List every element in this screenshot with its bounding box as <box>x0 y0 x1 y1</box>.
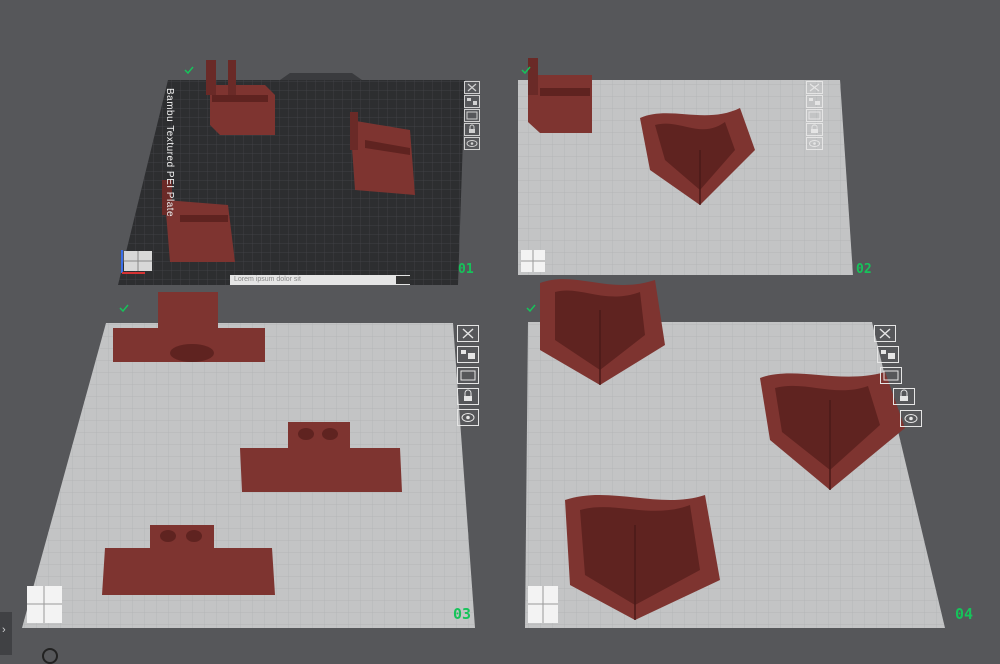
close-icon <box>806 81 823 94</box>
eye-icon <box>464 137 480 150</box>
lock-plate-button[interactable] <box>457 388 479 405</box>
lock-plate-button[interactable] <box>464 123 480 136</box>
auto-arrange-button[interactable] <box>464 95 480 108</box>
plate-number: 02 <box>856 262 872 277</box>
plate-number: 04 <box>955 605 974 623</box>
close-icon <box>874 325 896 342</box>
view-plate-button[interactable] <box>806 137 823 150</box>
plate-canvas[interactable] <box>0 0 1000 655</box>
lock-plate-button[interactable] <box>893 388 915 405</box>
close-plate-button[interactable] <box>464 81 480 94</box>
lock-icon <box>464 123 480 136</box>
plate-settings-button[interactable] <box>806 109 823 122</box>
view-plate-button[interactable] <box>464 137 480 150</box>
settings-icon <box>806 109 823 122</box>
auto-arrange-button[interactable] <box>806 95 823 108</box>
plate-type-label: Bambu Textured PEI Plate <box>164 88 175 218</box>
plate-number: 01 <box>458 262 474 277</box>
view-plate-button[interactable] <box>457 409 479 426</box>
plate-1-select-icon[interactable] <box>184 66 194 75</box>
arrange-icon <box>464 95 480 108</box>
collapse-sidebar-tab[interactable]: › <box>0 612 12 655</box>
eye-icon <box>900 410 922 427</box>
close-plate-button[interactable] <box>874 325 896 342</box>
plate-number: 03 <box>453 605 472 623</box>
plate-3-select-icon[interactable] <box>119 304 129 313</box>
plate-4-select-icon[interactable] <box>526 304 536 313</box>
close-icon <box>464 81 480 94</box>
arrange-icon <box>877 346 899 363</box>
close-plate-button[interactable] <box>806 81 823 94</box>
plate-settings-button[interactable] <box>464 109 480 122</box>
status-indicator-icon <box>42 648 58 664</box>
lock-icon <box>806 123 823 136</box>
plate-settings-button[interactable] <box>457 367 479 384</box>
lock-icon <box>457 388 479 405</box>
chevron-right-icon: › <box>2 624 6 636</box>
plate-settings-button[interactable] <box>880 367 902 384</box>
lock-icon <box>893 388 915 405</box>
model-bracket[interactable] <box>206 60 275 135</box>
plate-2[interactable] <box>518 58 853 275</box>
arrange-icon <box>806 95 823 108</box>
plate-3[interactable] <box>22 292 475 628</box>
eye-icon <box>806 137 823 150</box>
close-icon <box>457 325 479 342</box>
plate-caption: Lorem ipsum dolor sit <box>234 276 301 283</box>
view-plate-button[interactable] <box>900 410 922 427</box>
lock-plate-button[interactable] <box>806 123 823 136</box>
model-bracket[interactable] <box>528 58 592 133</box>
auto-arrange-button[interactable] <box>457 346 479 363</box>
settings-icon <box>880 367 902 384</box>
settings-icon <box>457 367 479 384</box>
auto-arrange-button[interactable] <box>877 346 899 363</box>
eye-icon <box>457 409 479 426</box>
arrange-icon <box>457 346 479 363</box>
close-plate-button[interactable] <box>457 325 479 342</box>
3d-viewport[interactable] <box>0 0 1000 655</box>
settings-icon <box>464 109 480 122</box>
